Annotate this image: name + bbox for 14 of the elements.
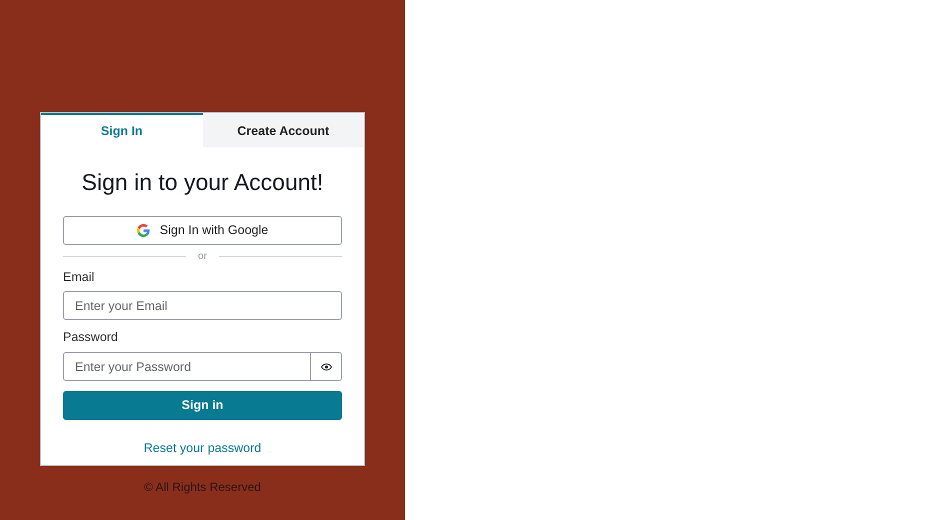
eye-icon (320, 362, 332, 370)
google-sign-in-button[interactable]: Sign In with Google (63, 216, 342, 244)
input-field[interactable]: Enter your Password (63, 352, 312, 381)
copyright-text: © All Rights Reserved (143, 479, 262, 496)
tab[interactable]: Create Account (202, 113, 364, 147)
divider-text: or (197, 250, 208, 264)
sign-in-button[interactable]: Sign in (63, 391, 342, 420)
field-label: Email (63, 268, 96, 286)
field-label: Password (63, 329, 119, 346)
show-password-button[interactable] (311, 352, 342, 381)
input-field[interactable]: Enter your Email (63, 291, 342, 320)
reset-password-link[interactable]: Reset your password (144, 441, 262, 455)
google-icon (136, 224, 150, 236)
heading: Sign in to your Account! (80, 168, 324, 197)
